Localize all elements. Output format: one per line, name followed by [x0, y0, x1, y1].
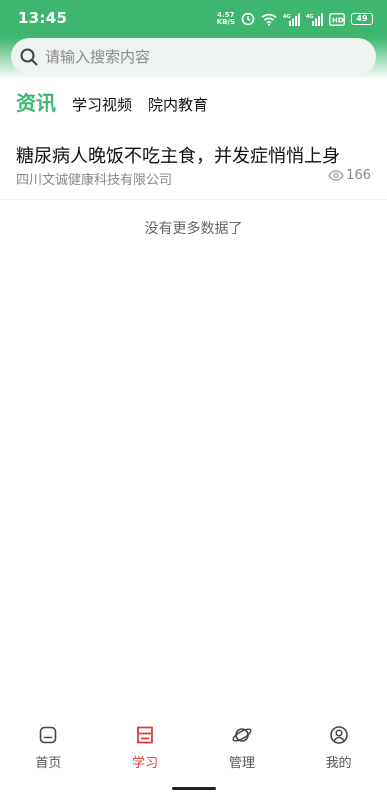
nav-profile[interactable]: 我的: [290, 712, 387, 800]
category-tabs: 资讯 学习视频 院内教育: [16, 88, 224, 118]
search-input[interactable]: [45, 47, 345, 66]
status-bar: 13:45 4.57 KB/S 4G 4G HD 49: [0, 0, 387, 38]
svg-text:HD: HD: [332, 16, 344, 24]
wifi-icon: [261, 13, 277, 26]
status-icons: 4.57 KB/S 4G 4G HD 49: [217, 10, 373, 28]
home-indicator[interactable]: [172, 787, 216, 790]
tab-study-videos[interactable]: 学习视频: [72, 94, 132, 118]
nav-home[interactable]: 首页: [0, 712, 97, 800]
article-item[interactable]: 糖尿病人晚饭不吃主食，并发症悄悄上身 四川文诚健康科技有限公司 166: [0, 138, 387, 200]
tab-news[interactable]: 资讯: [16, 87, 56, 118]
nav-manage-label: 管理: [228, 756, 255, 771]
article-source: 四川文诚健康科技有限公司: [16, 173, 173, 188]
signal-icon: 4G: [306, 13, 323, 26]
hd-icon: HD: [329, 12, 345, 26]
planet-icon: [232, 728, 252, 742]
search-bar[interactable]: [11, 38, 376, 75]
svg-text:4G: 4G: [283, 14, 291, 20]
network-speed: 4.57 KB/S: [217, 12, 235, 26]
status-time: 13:45: [18, 9, 68, 27]
article-title: 糖尿病人晚饭不吃主食，并发症悄悄上身: [16, 146, 340, 167]
search-icon: [20, 48, 38, 65]
alarm-icon: [241, 12, 255, 26]
signal-4g-icon: 4G: [283, 13, 300, 26]
nav-profile-label: 我的: [325, 756, 352, 771]
profile-icon: [329, 726, 348, 744]
home-icon: [40, 726, 57, 744]
network-speed-unit: KB/S: [216, 18, 235, 26]
nav-study-label: 学习: [132, 756, 159, 771]
tab-hospital-education[interactable]: 院内教育: [148, 94, 208, 118]
list-end-message: 没有更多数据了: [144, 221, 243, 237]
study-icon: [137, 726, 154, 744]
article-views: 166: [328, 168, 371, 183]
nav-home-label: 首页: [35, 756, 62, 771]
eye-icon: [328, 170, 344, 181]
article-views-count: 166: [346, 168, 371, 183]
battery-icon: 49: [351, 13, 373, 25]
svg-text:4G: 4G: [306, 14, 314, 20]
